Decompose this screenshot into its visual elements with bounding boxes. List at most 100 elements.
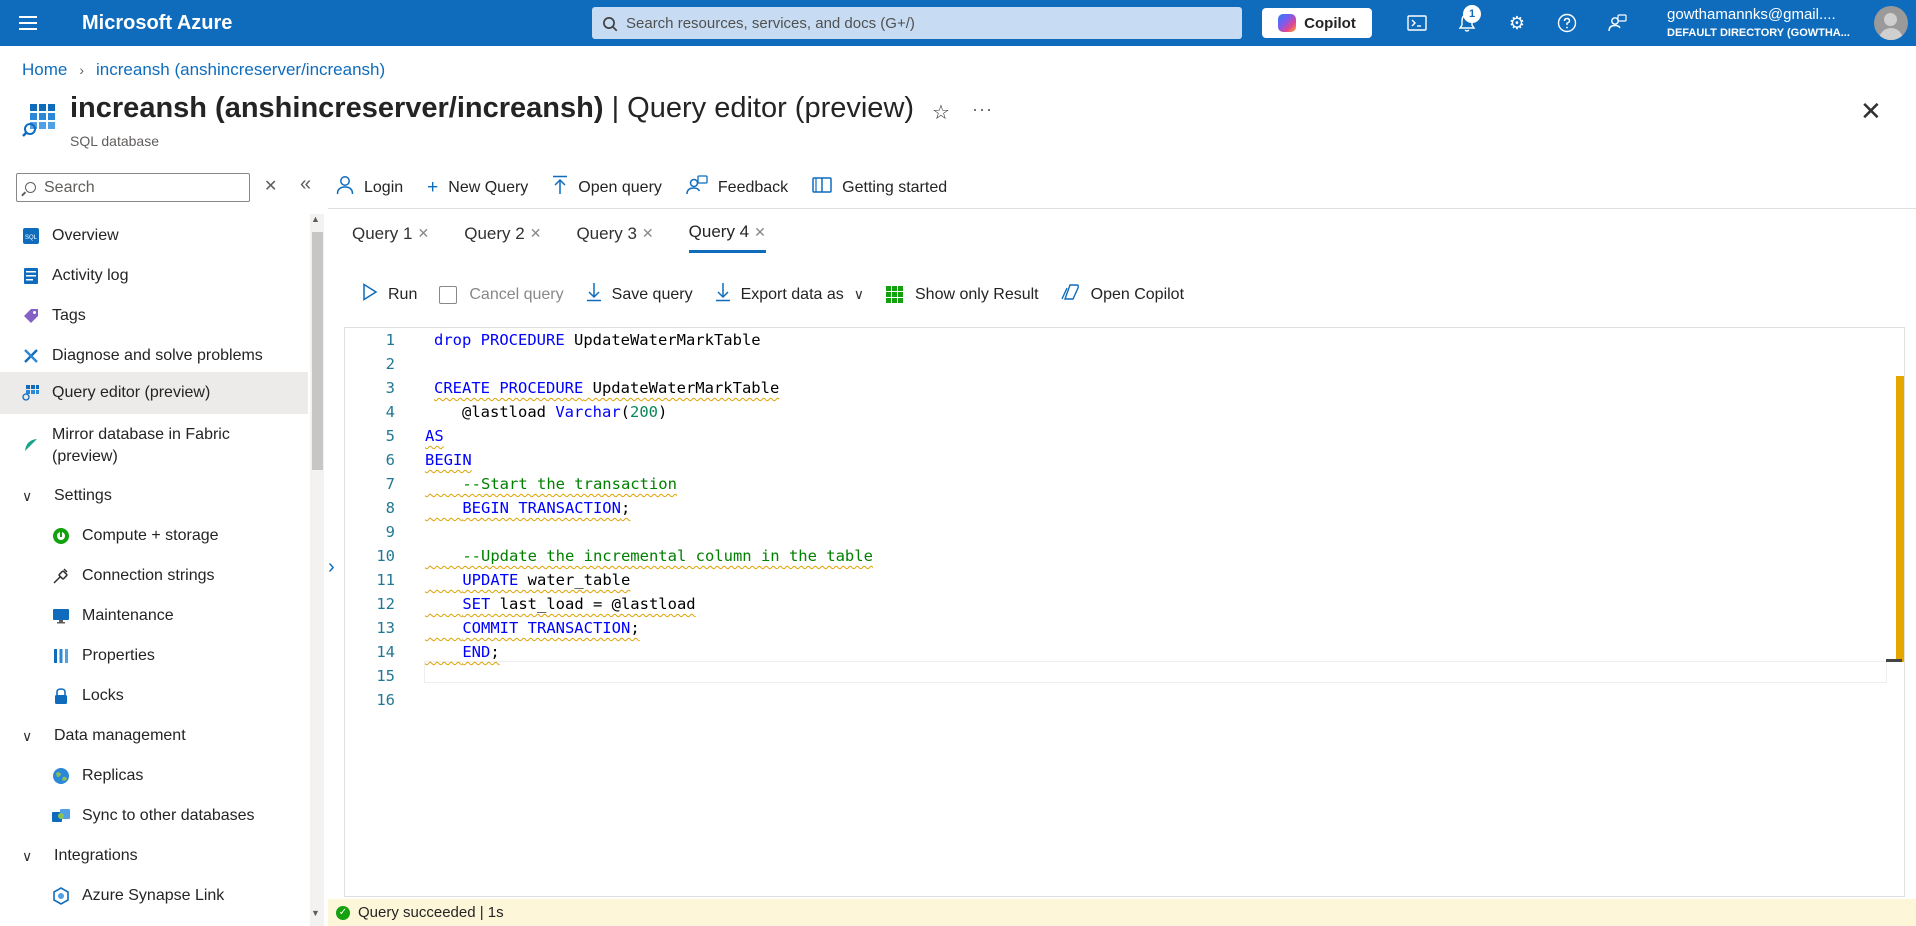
close-tab-icon[interactable]: ✕ bbox=[642, 225, 654, 242]
clear-search-icon[interactable]: ✕ bbox=[264, 176, 277, 196]
blade-name: | Query editor (preview) bbox=[611, 92, 915, 124]
global-search-input[interactable] bbox=[626, 14, 1226, 32]
help-icon bbox=[1557, 13, 1577, 33]
close-tab-icon[interactable]: ✕ bbox=[530, 225, 542, 242]
tab-query-2[interactable]: Query 2 ✕ bbox=[464, 222, 541, 253]
user-directory: DEFAULT DIRECTORY (GOWTHA... bbox=[1667, 26, 1850, 39]
save-query-button[interactable]: Save query bbox=[586, 282, 693, 307]
expand-panel-chevron-icon[interactable]: › bbox=[328, 556, 335, 579]
open-copilot-button[interactable]: Open Copilot bbox=[1060, 283, 1184, 306]
sidebar-item-label: Sync to other databases bbox=[82, 807, 255, 824]
top-navigation-bar: Microsoft Azure Copilot 1 ⚙ gowthamannks… bbox=[0, 0, 1916, 46]
sidebar-search-input[interactable] bbox=[44, 178, 244, 197]
sidebar-group-integrations[interactable]: ∨ Integrations bbox=[0, 840, 308, 872]
copilot-button[interactable]: Copilot bbox=[1262, 8, 1372, 38]
new-query-button[interactable]: + New Query bbox=[427, 177, 528, 199]
tab-label: Query 4 bbox=[688, 222, 750, 241]
sidebar-item-mirror-fabric[interactable]: Mirror database in Fabric (preview) bbox=[0, 420, 308, 470]
getting-started-label: Getting started bbox=[842, 179, 948, 196]
code-token: UpdateWaterMarkTable bbox=[564, 331, 761, 349]
feedback-icon bbox=[686, 175, 708, 201]
help-button[interactable] bbox=[1553, 9, 1581, 37]
chevron-down-icon: ∨ bbox=[22, 487, 33, 504]
code-line-1: drop PROCEDURE UpdateWaterMarkTable bbox=[434, 331, 761, 349]
globe-icon bbox=[50, 765, 72, 787]
sync-icon bbox=[50, 805, 72, 827]
sidebar-item-sync-databases[interactable]: Sync to other databases bbox=[0, 800, 308, 832]
code-line-6: BEGIN bbox=[425, 451, 472, 469]
breadcrumb: Home › increansh (anshincreserver/increa… bbox=[22, 60, 385, 80]
more-options-icon[interactable]: ··· bbox=[972, 99, 993, 120]
code-line-3: CREATE PROCEDURE UpdateWaterMarkTable bbox=[434, 379, 779, 397]
run-button[interactable]: Run bbox=[362, 283, 417, 306]
sidebar-item-locks[interactable]: Locks bbox=[0, 680, 308, 712]
query-editor-icon bbox=[20, 382, 42, 404]
close-blade-icon[interactable]: ✕ bbox=[1860, 98, 1882, 124]
command-bar: Login + New Query Open query Feedback Ge… bbox=[336, 175, 971, 201]
line-number: 9 bbox=[385, 523, 395, 541]
collapse-sidebar-icon[interactable]: « bbox=[300, 173, 311, 196]
feedback-top-button[interactable] bbox=[1603, 9, 1631, 37]
tab-query-4[interactable]: Query 4 ✕ bbox=[688, 222, 766, 253]
cancel-query-button[interactable]: Cancel query bbox=[439, 285, 564, 304]
tab-query-1[interactable]: Query 1 ✕ bbox=[352, 222, 429, 253]
line-number: 16 bbox=[376, 691, 395, 709]
global-search-box[interactable] bbox=[592, 7, 1242, 39]
notifications-button[interactable]: 1 bbox=[1453, 5, 1481, 37]
close-tab-icon[interactable]: ✕ bbox=[754, 224, 766, 241]
tab-label: Query 2 bbox=[464, 223, 525, 243]
search-icon bbox=[603, 17, 615, 29]
page-title: increansh (anshincreserver/increansh) | … bbox=[70, 92, 914, 125]
brand-title[interactable]: Microsoft Azure bbox=[82, 12, 232, 35]
getting-started-button[interactable]: Getting started bbox=[812, 176, 947, 200]
sidebar-group-data-management[interactable]: ∨ Data management bbox=[0, 720, 308, 752]
close-tab-icon[interactable]: ✕ bbox=[417, 225, 429, 242]
sidebar-search-box[interactable] bbox=[16, 173, 250, 202]
sql-code-editor[interactable]: 1 2 3 4 5 6 7 8 9 10 11 12 13 14 15 16 d… bbox=[344, 327, 1905, 897]
sidebar-item-connection-strings[interactable]: Connection strings bbox=[0, 560, 308, 592]
sidebar-item-properties[interactable]: Properties bbox=[0, 640, 308, 672]
sidebar-group-label: Settings bbox=[54, 487, 112, 504]
breadcrumb-home-link[interactable]: Home bbox=[22, 60, 67, 80]
login-button[interactable]: Login bbox=[336, 175, 403, 201]
chevron-down-icon: ∨ bbox=[853, 286, 864, 302]
tab-label: Query 3 bbox=[576, 223, 637, 243]
sidebar-group-label: Data management bbox=[54, 727, 186, 744]
export-data-dropdown[interactable]: Export data as ∨ bbox=[715, 282, 864, 307]
sidebar-item-compute-storage[interactable]: Compute + storage bbox=[0, 520, 308, 552]
sidebar-item-tags[interactable]: Tags bbox=[0, 300, 308, 332]
sidebar-item-overview[interactable]: SQL Overview bbox=[0, 220, 308, 252]
download-icon bbox=[586, 282, 602, 307]
breadcrumb-resource-link[interactable]: increansh (anshincreserver/increansh) bbox=[96, 60, 385, 80]
sidebar-item-activity-log[interactable]: Activity log bbox=[0, 260, 308, 292]
code-token: @lastload bbox=[434, 403, 556, 421]
sidebar-item-maintenance[interactable]: Maintenance bbox=[0, 600, 308, 632]
sidebar-group-settings[interactable]: ∨ Settings bbox=[0, 480, 308, 512]
portal-menu-button[interactable] bbox=[0, 0, 56, 46]
scroll-up-arrow-icon[interactable]: ▲ bbox=[311, 214, 320, 224]
compute-icon bbox=[50, 525, 72, 547]
account-info[interactable]: gowthamannks@gmail.... DEFAULT DIRECTORY… bbox=[1667, 6, 1867, 39]
sidebar-item-query-editor[interactable]: Query editor (preview) bbox=[0, 372, 308, 414]
sidebar-item-diagnose[interactable]: Diagnose and solve problems bbox=[0, 340, 308, 372]
cloud-shell-button[interactable] bbox=[1403, 9, 1431, 37]
code-token: END bbox=[462, 643, 491, 661]
settings-button[interactable]: ⚙ bbox=[1503, 9, 1531, 37]
show-only-result-button[interactable]: Show only Result bbox=[886, 286, 1039, 304]
fabric-icon bbox=[20, 434, 42, 456]
open-query-button[interactable]: Open query bbox=[552, 175, 662, 201]
sidebar-scrollbar-thumb[interactable] bbox=[312, 232, 323, 470]
feedback-button[interactable]: Feedback bbox=[686, 175, 788, 201]
cancel-query-label: Cancel query bbox=[469, 285, 564, 303]
sidebar-item-replicas[interactable]: Replicas bbox=[0, 760, 308, 792]
tab-query-3[interactable]: Query 3 ✕ bbox=[576, 222, 653, 253]
sidebar-group-label: Integrations bbox=[54, 847, 138, 864]
scroll-down-arrow-icon[interactable]: ▼ bbox=[311, 908, 320, 918]
favorite-star-icon[interactable]: ☆ bbox=[932, 100, 950, 125]
avatar[interactable] bbox=[1874, 6, 1908, 40]
command-bar-divider bbox=[328, 208, 1916, 209]
book-icon bbox=[812, 176, 832, 200]
stop-icon bbox=[439, 285, 458, 304]
save-query-label: Save query bbox=[611, 285, 693, 303]
sidebar-item-synapse-link[interactable]: Azure Synapse Link bbox=[0, 880, 308, 912]
